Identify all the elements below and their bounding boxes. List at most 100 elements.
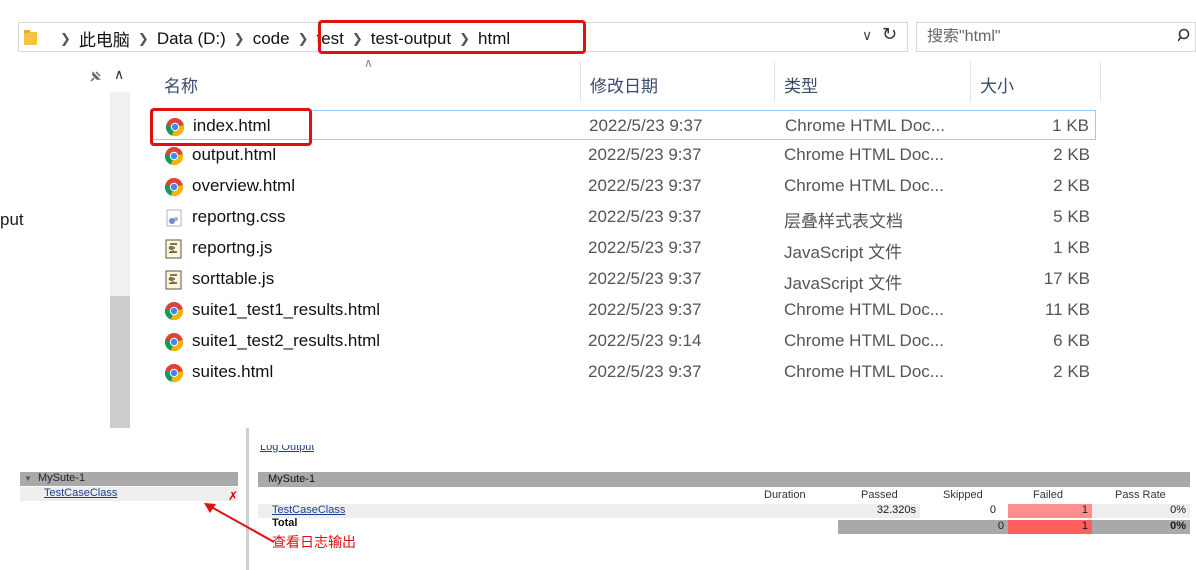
file-row[interactable]: reportng.css 2022/5/23 9:37 层叠样式表文档 5 KB (150, 202, 1096, 232)
file-size: 2 KB (1053, 362, 1090, 381)
file-name[interactable]: suites.html (192, 362, 273, 382)
file-date: 2022/5/23 9:37 (588, 145, 702, 164)
report-nav-case-link[interactable]: TestCaseClass (44, 487, 117, 499)
file-type: Chrome HTML Doc... (784, 300, 944, 319)
file-row[interactable]: Ssorttable.js 2022/5/23 9:37 JavaScript 文件… (150, 264, 1096, 294)
breadcrumb-this-pc[interactable]: 此电脑 (79, 26, 130, 51)
file-date: 2022/5/23 9:37 (588, 362, 702, 381)
report-total-row: Total 0 0 1 0% (258, 518, 1190, 534)
css-file-icon (166, 209, 182, 227)
refresh-icon[interactable]: ↻ (882, 24, 897, 45)
file-row[interactable]: suites.html 2022/5/23 9:37 Chrome HTML Doc… (150, 357, 1096, 387)
file-type: JavaScript 文件 (784, 274, 903, 293)
breadcrumb-code[interactable]: code (253, 29, 290, 49)
search-box[interactable] (916, 22, 1196, 52)
case-link[interactable]: TestCaseClass (272, 504, 345, 516)
search-input[interactable] (927, 28, 1157, 46)
header-pass-rate: Pass Rate (1115, 489, 1166, 501)
file-type: Chrome HTML Doc... (784, 176, 944, 195)
breadcrumb-test[interactable]: test (316, 29, 343, 49)
file-type: Chrome HTML Doc... (784, 145, 944, 164)
file-row[interactable]: Sreportng.js 2022/5/23 9:37 JavaScript 文件 1… (150, 233, 1096, 263)
file-date: 2022/5/23 9:37 (588, 300, 702, 319)
column-header-size[interactable]: 大小 (980, 72, 1014, 97)
sort-up-icon: ∧ (364, 56, 373, 70)
column-header-date[interactable]: 修改日期 (590, 72, 658, 97)
breadcrumb-data-drive[interactable]: Data (D:) (157, 29, 226, 49)
file-row[interactable]: suite1_test1_results.html 2022/5/23 9:37 C… (150, 295, 1096, 325)
header-duration: Duration (764, 489, 806, 501)
file-size: 1 KB (1053, 238, 1090, 257)
file-type: Chrome HTML Doc... (784, 362, 944, 381)
file-row[interactable]: overview.html 2022/5/23 9:37 Chrome HTML D… (150, 171, 1096, 201)
folder-icon (24, 30, 37, 45)
file-name[interactable]: reportng.css (192, 207, 286, 227)
report-nav-case-row: TestCaseClass (20, 487, 238, 501)
breadcrumb-test-output[interactable]: test-output (371, 29, 451, 49)
frame-divider[interactable] (246, 428, 249, 570)
file-date: 2022/5/23 9:37 (588, 176, 702, 195)
chevron-right-icon[interactable]: ❯ (352, 31, 363, 47)
file-date: 2022/5/23 9:37 (588, 269, 702, 288)
breadcrumb-html[interactable]: html (478, 29, 510, 49)
column-header-type[interactable]: 类型 (784, 72, 818, 97)
search-icon[interactable] (1178, 28, 1192, 42)
script-file-icon: S (165, 239, 182, 259)
chevron-right-icon[interactable]: ❯ (138, 31, 149, 47)
column-divider[interactable] (1100, 62, 1101, 102)
column-header-name[interactable]: 名称 (164, 72, 198, 97)
file-size: 1 KB (1052, 116, 1089, 135)
file-name[interactable]: overview.html (192, 176, 295, 196)
file-date: 2022/5/23 9:37 (588, 238, 702, 257)
file-type: Chrome HTML Doc... (785, 116, 945, 135)
nav-item-label[interactable]: put (0, 210, 24, 230)
file-size: 17 KB (1043, 269, 1090, 288)
file-type: Chrome HTML Doc... (784, 331, 944, 350)
file-name[interactable]: output.html (192, 145, 276, 165)
column-divider[interactable] (580, 62, 581, 102)
chrome-icon (164, 147, 184, 166)
chrome-icon (164, 302, 184, 321)
scroll-up-icon[interactable]: ∧ (114, 66, 124, 83)
chevron-right-icon[interactable]: ❯ (234, 31, 245, 47)
column-divider[interactable] (970, 62, 971, 102)
file-name[interactable]: suite1_test2_results.html (192, 331, 380, 351)
case-duration: 32.320s (838, 504, 920, 518)
log-output-link[interactable]: Log Output (260, 445, 314, 453)
svg-text:S: S (168, 245, 174, 256)
column-divider[interactable] (774, 62, 775, 102)
report-nav-suite-header[interactable]: ▼ MySute-1 (20, 472, 238, 486)
file-date: 2022/5/23 9:37 (588, 207, 702, 226)
file-size: 2 KB (1053, 145, 1090, 164)
chrome-icon (164, 178, 184, 197)
file-date: 2022/5/23 9:14 (588, 331, 702, 350)
total-pass-rate: 0% (1092, 520, 1190, 534)
address-bar: ❯ 此电脑 ❯ Data (D:) ❯ code ❯ test ❯ test-o… (0, 18, 1196, 56)
triangle-down-icon: ▼ (24, 474, 32, 483)
scrollbar-thumb[interactable] (110, 296, 130, 428)
file-name[interactable]: reportng.js (192, 238, 272, 258)
file-name[interactable]: suite1_test1_results.html (192, 300, 380, 320)
file-size: 2 KB (1053, 176, 1090, 195)
file-name[interactable]: sorttable.js (192, 269, 274, 289)
file-row[interactable]: index.html 2022/5/23 9:37 Chrome HTML Doc.… (150, 110, 1096, 140)
file-row[interactable]: suite1_test2_results.html 2022/5/23 9:14 C… (150, 326, 1096, 356)
chevron-right-icon: ❯ (60, 30, 71, 46)
annotation-label: 查看日志输出 (272, 534, 356, 550)
file-row[interactable]: output.html 2022/5/23 9:37 Chrome HTML Doc… (150, 140, 1096, 170)
file-size: 11 KB (1044, 300, 1090, 319)
chevron-right-icon[interactable]: ❯ (298, 31, 309, 47)
case-pass-rate: 0% (1092, 504, 1190, 518)
chevron-down-icon[interactable]: ∨ (862, 27, 872, 44)
chrome-icon (165, 118, 185, 137)
pin-icon[interactable] (88, 70, 102, 84)
breadcrumb: ❯ 此电脑 ❯ Data (D:) ❯ code ❯ test ❯ test-o… (52, 26, 510, 51)
file-size: 5 KB (1053, 207, 1090, 226)
file-type: 层叠样式表文档 (784, 212, 903, 231)
chevron-right-icon[interactable]: ❯ (459, 31, 470, 47)
header-skipped: Skipped (943, 489, 983, 501)
report-nav-suite-name: MySute-1 (38, 472, 86, 484)
file-name[interactable]: index.html (193, 116, 270, 136)
report-suite-name: MySute-1 (268, 473, 316, 485)
chrome-icon (164, 364, 184, 383)
